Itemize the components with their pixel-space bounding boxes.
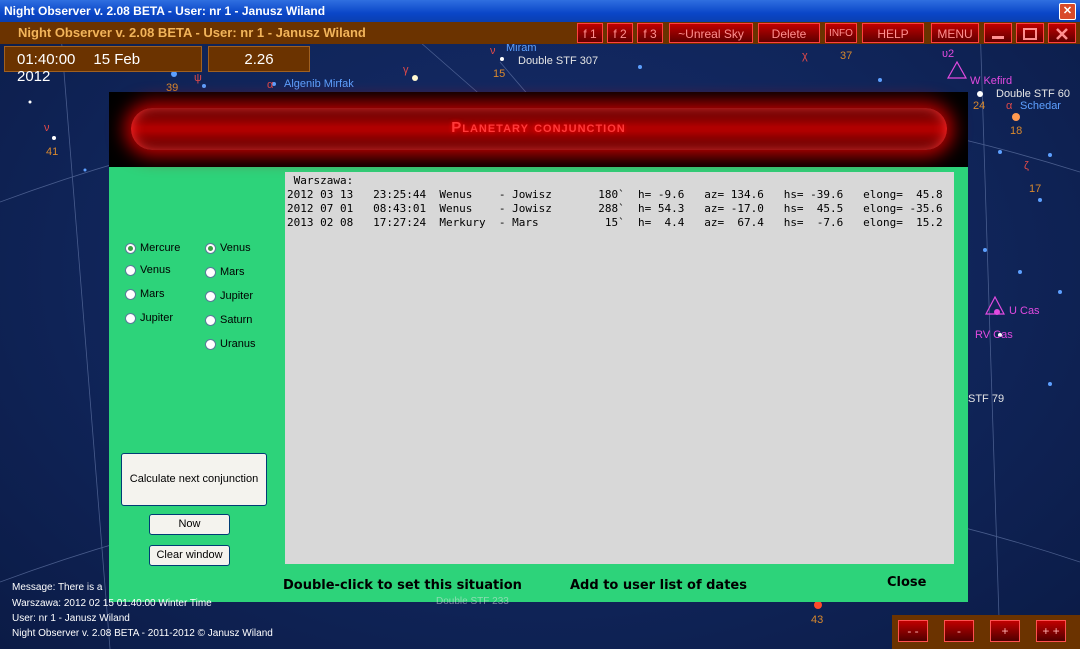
radio-label: Mars [140,288,165,300]
radio-circle[interactable] [205,314,216,326]
close-link[interactable]: Close [887,575,926,590]
radio-left-mars[interactable]: Mars [125,288,164,300]
sky-label-stf79: STF 79 [968,393,1005,405]
radio-circle[interactable] [125,264,136,276]
sky-label-17: 17 [1029,183,1042,195]
radio-label: Saturn [220,314,253,326]
status-location: Warszawa: 2012 02 15 01:40:00 Winter Tim… [12,598,212,609]
magnitude-display[interactable]: 2.26 [208,46,310,72]
conjunction-output[interactable]: Warszawa: 2012 03 13 23:25:44 Wenus - Jo… [285,172,954,564]
maximize-button[interactable] [1016,23,1044,43]
sky-label-stf307: Double STF 307 [518,55,599,67]
f3-button[interactable]: f 3 [637,23,663,43]
radio-label: Jupiter [220,290,254,302]
sky-label-18: 18 [1010,125,1023,137]
app-title: Night Observer v. 2.08 BETA - User: nr 1… [18,25,366,40]
radio-right-venus[interactable]: Venus [205,242,251,254]
sky-label-41: 41 [46,146,59,158]
radio-circle[interactable] [205,266,216,278]
sky-label-stf60: Double STF 60 [996,88,1070,100]
status-user: User: nr 1 - Janusz Wiland [12,613,130,624]
radio-circle[interactable] [125,288,136,300]
sky-label-alpha: α [267,79,274,91]
unreal-sky-button[interactable]: ~Unreal Sky [669,23,753,43]
sky-label-stf233: Double STF 233 [436,596,509,607]
maximize-icon [1023,28,1037,40]
radio-right-mars[interactable]: Mars [205,266,244,278]
sky-label-zeta: ζ [1024,160,1029,172]
datetime-display[interactable]: 01:40:00 15 Feb 2012 [4,46,202,85]
delete-button[interactable]: Delete [758,23,820,43]
radio-right-uranus[interactable]: Uranus [205,338,255,350]
menu-button[interactable]: MENU [931,23,979,43]
radio-label: Uranus [220,338,256,350]
sky-label-nu2: ν [490,45,496,57]
sky-label-nu: ν [44,122,50,134]
now-button[interactable]: Now [149,514,230,535]
radio-circle[interactable] [125,312,136,324]
add-user-dates-link[interactable]: Add to user list of dates [570,578,747,593]
minimize-button[interactable] [984,23,1012,43]
radio-circle[interactable] [205,338,216,350]
radio-left-venus[interactable]: Venus [125,264,171,276]
sky-label-ucas: U Cas [1009,305,1040,317]
time-value: 01:40:00 [17,51,76,68]
output-line[interactable]: 2012 07 01 08:43:01 Wenus - Jowisz 288` … [287,202,952,216]
sky-label-wkefird: W Kefird [970,75,1013,87]
minimize-icon [992,36,1004,39]
zoom-in-button[interactable]: + [990,620,1020,642]
f1-button[interactable]: f 1 [577,23,603,43]
clear-window-button[interactable]: Clear window [149,545,230,566]
radio-circle[interactable] [125,242,136,254]
radio-right-saturn[interactable]: Saturn [205,314,252,326]
radio-label: Mercure [140,242,181,254]
status-message: Message: There is a [12,582,103,593]
sky-label-gamma: γ [403,64,409,76]
zoom-out-fast-button[interactable]: - - [898,620,928,642]
app-close-button[interactable] [1048,23,1076,43]
window-title: Night Observer v. 2.08 BETA - User: nr 1… [4,4,326,18]
radio-left-jupiter[interactable]: Jupiter [125,312,173,324]
radio-label: Venus [220,242,251,254]
sky-label-43: 43 [811,614,824,626]
sky-label-psi: ψ [194,72,202,84]
planetary-conjunction-dialog: Planetary conjunction Warszawa: 2012 03 … [109,92,968,602]
sky-label-alpha-cas: α [1006,100,1013,112]
f2-button[interactable]: f 2 [607,23,633,43]
radio-label: Jupiter [140,312,174,324]
radio-label: Venus [140,264,171,276]
sky-label-mirfak: Algenib Mirfak [284,78,354,90]
radio-label: Mars [220,266,245,278]
radio-circle[interactable] [205,290,216,302]
sky-label-chi: χ [802,50,808,62]
zoom-out-button[interactable]: - [944,620,974,642]
calculate-conjunction-button[interactable]: Calculate next conjunction [121,453,267,506]
window-titlebar: Night Observer v. 2.08 BETA - User: nr 1… [0,0,1080,22]
sky-label-37: 37 [840,50,853,62]
set-situation-link[interactable]: Double-click to set this situation [283,578,522,593]
radio-left-mercure[interactable]: Mercure [125,242,180,254]
dialog-title: Planetary conjunction [451,119,626,136]
sky-label-24: 24 [973,100,986,112]
sky-label-schedar: Schedar [1020,100,1061,112]
radio-right-jupiter[interactable]: Jupiter [205,290,253,302]
sky-label-rvcas: RV Cas [975,329,1013,341]
dialog-header: Planetary conjunction [109,92,968,167]
zoom-in-fast-button[interactable]: + + [1036,620,1066,642]
status-copyright: Night Observer v. 2.08 BETA - 2011-2012 … [12,628,273,639]
output-line[interactable]: 2013 02 08 17:27:24 Merkury - Mars 15` h… [287,216,952,230]
sky-label-upsilon2: υ2 [942,48,955,60]
close-icon [1056,28,1068,40]
window-close-button[interactable]: ✕ [1059,3,1076,20]
info-button[interactable]: INFO [825,23,857,43]
output-line[interactable]: 2012 03 13 23:25:44 Wenus - Jowisz 180` … [287,188,952,202]
sky-label-15: 15 [493,68,506,80]
output-line: Warszawa: [287,174,354,187]
help-button[interactable]: HELP [862,23,924,43]
radio-circle[interactable] [205,242,216,254]
